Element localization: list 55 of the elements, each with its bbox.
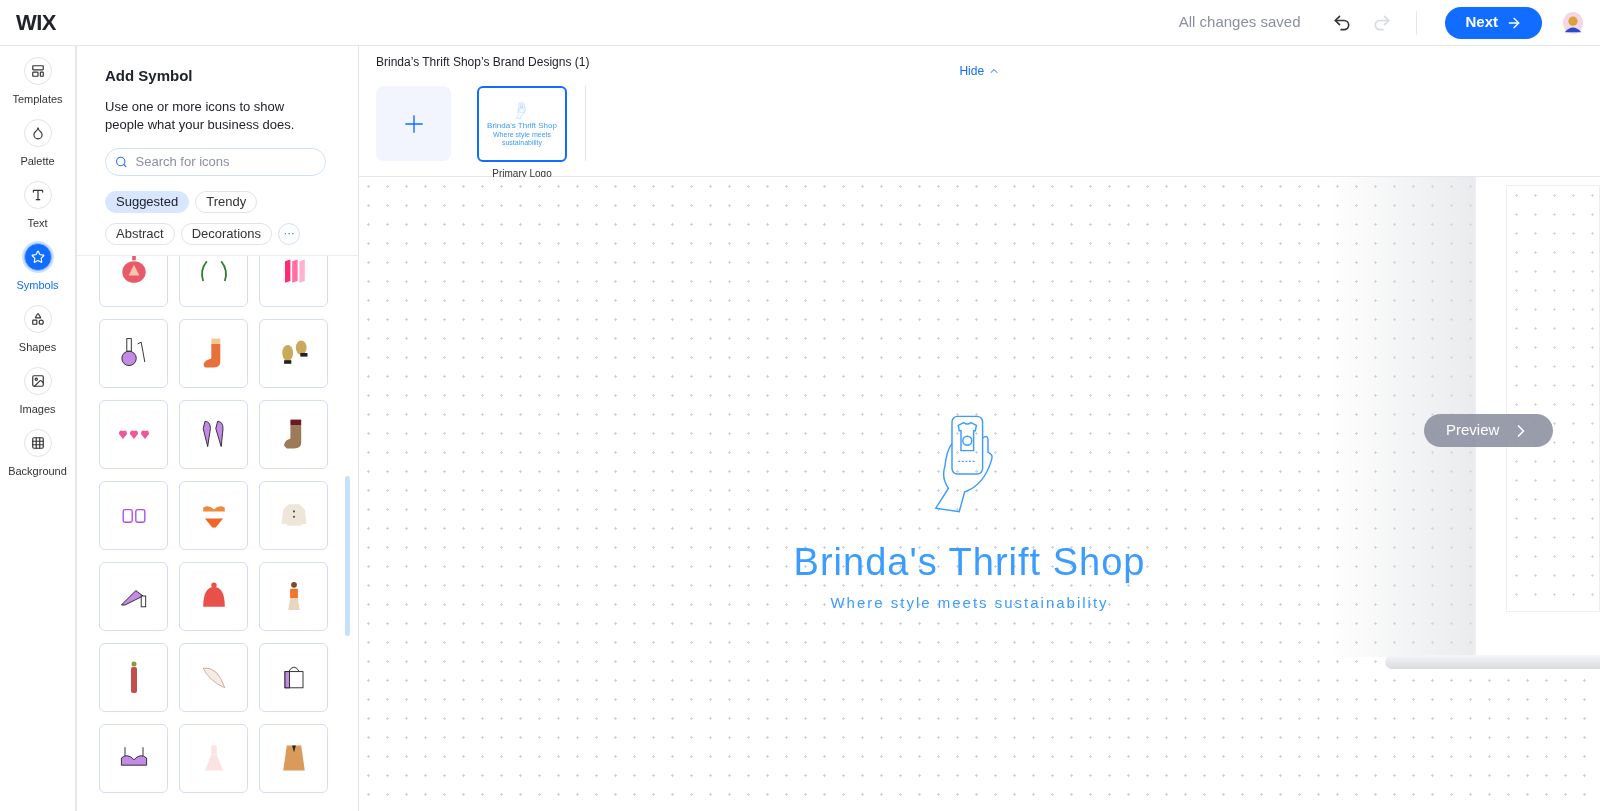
sidebar-item[interactable]: Symbols	[1, 243, 74, 298]
image-icon	[30, 374, 45, 388]
symbol-tile[interactable]	[179, 480, 248, 550]
symbol-tile[interactable]	[259, 480, 328, 550]
hide-link[interactable]: Hide	[959, 62, 1001, 80]
symbol-tile[interactable]	[259, 318, 328, 388]
symbol-tile[interactable]	[99, 642, 168, 712]
symbol-tile[interactable]	[99, 561, 168, 631]
symbol-tile[interactable]	[179, 318, 248, 388]
symbol-tile[interactable]	[99, 255, 168, 307]
figure-icon	[286, 581, 301, 611]
symbol-tile[interactable]	[259, 723, 328, 793]
symbol-tile[interactable]	[259, 255, 328, 307]
search-input[interactable]: Search for icons	[135, 151, 316, 172]
filter-chip[interactable]: Suggested	[105, 190, 190, 213]
template-icon	[30, 64, 45, 78]
figure-icon	[129, 661, 138, 693]
scrollbar[interactable]	[345, 475, 350, 636]
shapes-icon	[30, 312, 45, 326]
symbol-tile[interactable]	[99, 318, 168, 388]
symbol-tile[interactable]	[99, 399, 168, 469]
next-button[interactable]: Next	[1445, 6, 1542, 39]
symbol-tile[interactable]	[179, 723, 248, 793]
save-status: All changes saved	[1178, 12, 1301, 33]
logo[interactable]: WIX	[16, 6, 56, 39]
filter-chip[interactable]: Trendy	[195, 190, 258, 213]
filter-chip[interactable]: Abstract	[105, 222, 175, 245]
sidebar-item[interactable]: Text	[1, 181, 74, 236]
sidebar-item[interactable]: Shapes	[1, 305, 74, 360]
panel-description: Use one or more icons to show people what your business does.	[105, 97, 296, 134]
symbol-tile[interactable]	[259, 561, 328, 631]
search-icon	[115, 154, 128, 169]
symbol-tile[interactable]	[179, 399, 248, 469]
hearts-icon	[117, 428, 150, 440]
symbol-tile[interactable]	[179, 255, 248, 307]
sidebar-item[interactable]: Background	[1, 429, 74, 484]
panel-title: Add Symbol	[105, 66, 194, 86]
sidebar-item[interactable]: Templates	[1, 57, 74, 112]
symbol-tile[interactable]	[259, 399, 328, 469]
symbol-tile[interactable]	[179, 561, 248, 631]
star-icon	[30, 250, 45, 264]
sidebar-item[interactable]: Images	[1, 367, 74, 422]
symbol-tile[interactable]	[179, 642, 248, 712]
sidebar-item[interactable]: Palette	[1, 119, 74, 174]
designs-title: Brinda’s Thrift Shop’s Brand Designs (1)	[376, 54, 590, 71]
symbol-tile[interactable]	[99, 480, 168, 550]
pattern-icon	[30, 436, 45, 450]
symbol-tile[interactable]	[99, 723, 168, 793]
symbol-tile[interactable]	[259, 642, 328, 712]
filter-chip[interactable]: Decorations	[180, 222, 273, 245]
hand-phone-icon	[516, 101, 528, 120]
text-icon	[30, 188, 45, 202]
thumbnail-logo-name: Brinda's Thrift Shop	[487, 120, 557, 131]
avatar[interactable]	[1562, 9, 1584, 36]
droplet-icon	[30, 126, 45, 140]
